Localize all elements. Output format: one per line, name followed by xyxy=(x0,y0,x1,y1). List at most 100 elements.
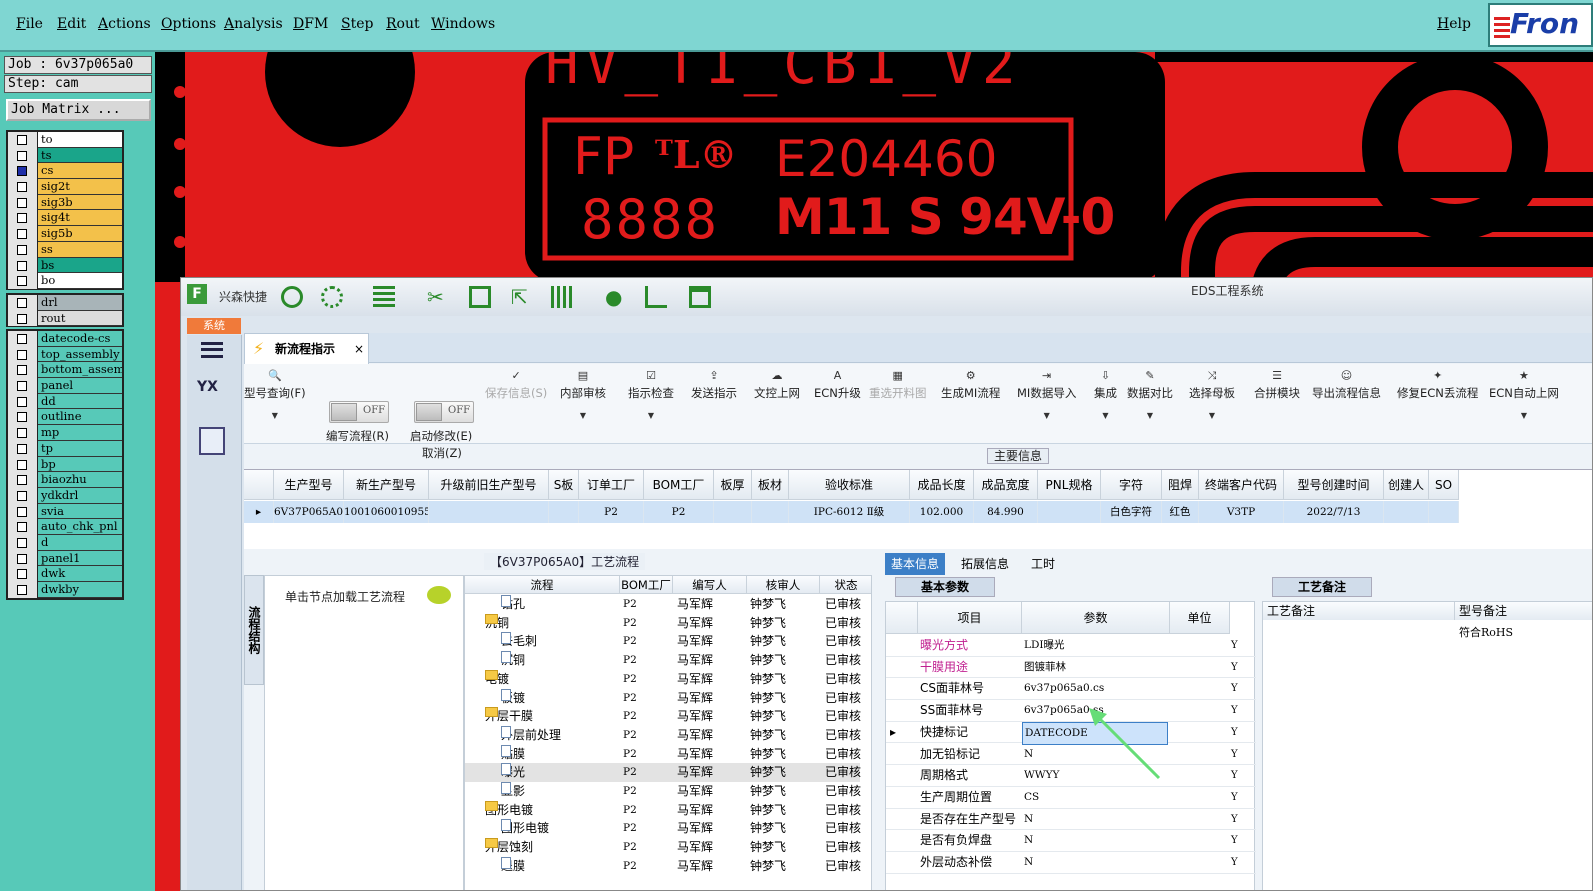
flow-row[interactable]: 板镀 P2 马军辉 钟梦飞 已审核 xyxy=(465,688,861,708)
layer-checkbox[interactable] xyxy=(8,582,38,598)
layer-row[interactable]: bs xyxy=(8,257,122,274)
grid-cell[interactable]: P2 xyxy=(579,501,644,523)
menu-analysis[interactable]: Analysis xyxy=(224,16,283,32)
layer-row[interactable]: bp xyxy=(8,456,122,473)
flow-row[interactable]: −图形电镀 P2 马军辉 钟梦飞 已审核 xyxy=(465,800,861,820)
param-value[interactable]: N xyxy=(1024,744,1033,765)
layer-row[interactable]: cs xyxy=(8,163,122,180)
layer-checkbox[interactable] xyxy=(8,362,38,379)
layer-row[interactable]: auto_chk_pnl xyxy=(8,519,122,535)
ribbon-button[interactable]: A ECN升级 xyxy=(814,370,861,401)
grid-cell[interactable] xyxy=(429,501,549,523)
param-row[interactable]: 是否存在生产型号 N Y xyxy=(886,809,1256,831)
menu-options[interactable]: Options xyxy=(161,16,216,32)
grid-cell[interactable] xyxy=(714,501,752,523)
list-toolbar-icon[interactable] xyxy=(373,286,395,308)
menu-help[interactable]: Help xyxy=(1437,16,1471,32)
param-value[interactable]: WWYY xyxy=(1024,765,1059,786)
grid-header[interactable]: 板材 xyxy=(752,470,789,500)
grid-header[interactable]: 创建人 xyxy=(1384,470,1429,500)
layer-row[interactable]: dwkby xyxy=(8,582,122,598)
dropdown-arrow-icon[interactable]: ▼ xyxy=(1127,411,1173,420)
layer-checkbox[interactable] xyxy=(8,393,38,410)
grid-cell[interactable] xyxy=(549,501,579,523)
grid-header[interactable]: 成品宽度 xyxy=(974,470,1038,500)
layer-row[interactable]: biaozhu xyxy=(8,472,122,488)
grid-cell[interactable]: P2 xyxy=(644,501,714,523)
grid-cell[interactable]: IPC-6012 Ⅱ级 xyxy=(789,501,910,523)
layer-checkbox[interactable] xyxy=(8,179,38,195)
layer-checkbox[interactable] xyxy=(8,534,38,551)
layer-row[interactable]: panel1 xyxy=(8,550,122,567)
param-row[interactable]: 生产周期位置 CS Y xyxy=(886,787,1256,809)
layer-row[interactable]: panel xyxy=(8,378,122,394)
ribbon-button[interactable]: ☺ 导出流程信息 xyxy=(1312,370,1381,401)
layer-checkbox[interactable] xyxy=(8,147,38,164)
layer-checkbox[interactable] xyxy=(8,241,38,258)
flow-row[interactable]: 去毛刺 P2 马军辉 钟梦飞 已审核 xyxy=(465,632,861,651)
layer-checkbox[interactable] xyxy=(8,566,38,582)
layer-checkbox[interactable] xyxy=(8,472,38,488)
flow-table[interactable]: 流程BOM工厂编写人核审人状态钻孔P2马军辉钟梦飞已审核−沉铜P2马军辉钟梦飞已… xyxy=(464,575,872,890)
dropdown-arrow-icon[interactable]: ▼ xyxy=(1489,411,1559,420)
layer-row[interactable]: bottom_assem xyxy=(8,362,122,379)
dropdown-arrow-icon[interactable]: ▼ xyxy=(1094,411,1117,420)
layer-checkbox[interactable] xyxy=(8,519,38,535)
columns-toolbar-icon[interactable] xyxy=(469,286,491,308)
param-row[interactable]: CS面菲林号 6v37p065a0.cs Y xyxy=(886,678,1256,701)
menu-actions[interactable]: Actions xyxy=(98,16,151,32)
flow-row[interactable]: −外层干膜 P2 马军辉 钟梦飞 已审核 xyxy=(465,707,861,726)
grid-cell[interactable] xyxy=(1038,501,1101,523)
layer-checkbox[interactable] xyxy=(8,425,38,441)
param-header[interactable]: 项目 xyxy=(918,602,1022,634)
grid-cell[interactable]: 白色字符 xyxy=(1101,501,1162,523)
grid-header[interactable]: 终端客户代码 xyxy=(1199,470,1284,500)
ribbon-button[interactable]: ⇩ 集成 ▼ xyxy=(1094,370,1117,420)
grid-header[interactable]: BOM工厂 xyxy=(644,470,714,500)
cancel-label[interactable]: 取消(Z) xyxy=(422,445,462,461)
flow-row[interactable]: 显影 P2 马军辉 钟梦飞 已审核 xyxy=(465,782,861,801)
param-row[interactable]: 周期格式 WWYY Y xyxy=(886,765,1256,787)
grid-header[interactable]: 型号创建时间 xyxy=(1284,470,1384,500)
layer-row[interactable]: sig4t xyxy=(8,210,122,227)
grid-header[interactable]: S板 xyxy=(549,470,579,500)
layer-row[interactable]: to xyxy=(8,132,122,148)
grid-header[interactable]: 订单工厂 xyxy=(579,470,644,500)
param-tab[interactable]: 基本信息 xyxy=(885,553,946,575)
flow-tree[interactable]: 单击节点加载工艺流程 xyxy=(264,575,464,890)
layer-row[interactable]: mp xyxy=(8,425,122,441)
edit-flow-toggle[interactable]: OFF xyxy=(329,401,389,423)
param-value[interactable]: N xyxy=(1024,809,1033,830)
layer-row[interactable]: svia xyxy=(8,503,122,520)
param-table[interactable]: 项目 参数 单位 曝光方式 LDI曝光 Y 干膜用途 图镀菲林 Y CS面菲林号 6v37p065a… xyxy=(885,601,1256,890)
grid-toolbar-icon[interactable] xyxy=(551,286,573,308)
menu-windows[interactable]: Windows xyxy=(431,16,495,32)
layer-row[interactable]: ss xyxy=(8,241,122,258)
settings-toolbar-icon[interactable] xyxy=(321,286,343,308)
grid-cell[interactable]: 10010600109556 xyxy=(344,501,429,523)
ribbon-button[interactable]: ☁ 文控上网 xyxy=(754,370,800,401)
layer-checkbox[interactable] xyxy=(8,346,38,363)
param-header[interactable]: 参数 xyxy=(1022,602,1170,634)
layer-row[interactable]: sig5b xyxy=(8,226,122,242)
dropdown-arrow-icon[interactable]: ▼ xyxy=(1017,411,1076,420)
ribbon-button[interactable]: ⇪ 发送指示 xyxy=(691,370,737,401)
param-row[interactable]: 曝光方式 LDI曝光 Y xyxy=(886,635,1256,657)
layer-checkbox[interactable] xyxy=(8,273,38,289)
grid-cell[interactable] xyxy=(752,501,789,523)
param-row[interactable]: 加无铅标记 N Y xyxy=(886,744,1256,766)
layer-row[interactable]: dd xyxy=(8,393,122,410)
layer-checkbox[interactable] xyxy=(8,132,38,148)
ribbon-button[interactable]: 🔍 型号查询(F) ▼ xyxy=(244,370,306,420)
layer-row[interactable]: dwk xyxy=(8,566,122,582)
dropdown-arrow-icon[interactable]: ▼ xyxy=(628,411,674,420)
flow-header[interactable]: BOM工厂 xyxy=(620,576,673,594)
layer-checkbox[interactable] xyxy=(8,456,38,473)
dropdown-arrow-icon[interactable]: ▼ xyxy=(244,411,306,420)
param-value[interactable]: CS xyxy=(1024,787,1039,808)
flow-row[interactable]: 曝光 P2 马军辉 钟梦飞 已审核 xyxy=(465,763,861,782)
start-modify-toggle[interactable]: OFF xyxy=(414,401,474,423)
job-matrix-button[interactable]: Job Matrix ... xyxy=(6,99,151,121)
param-row[interactable]: 是否有负焊盘 N Y xyxy=(886,830,1256,852)
layer-checkbox[interactable] xyxy=(8,378,38,394)
